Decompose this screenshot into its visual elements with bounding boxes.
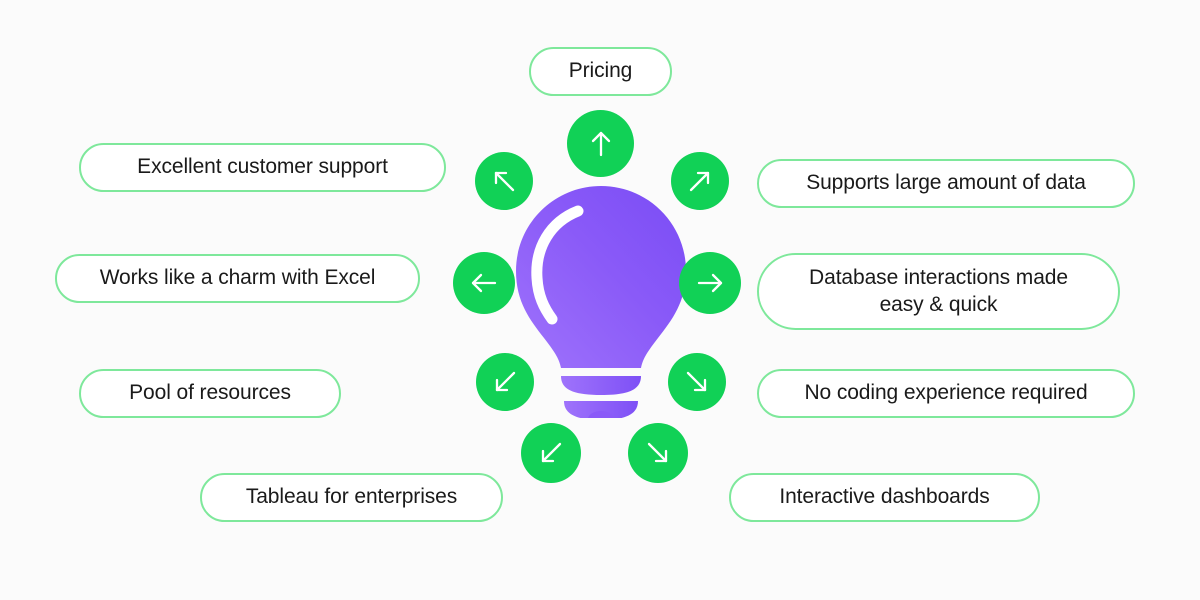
arrow-down-right-icon[interactable] (628, 423, 688, 483)
label-no-coding-experience-required[interactable]: No coding experience required (757, 369, 1135, 418)
label-pricing[interactable]: Pricing (529, 47, 672, 96)
arrow-down-left-icon[interactable] (521, 423, 581, 483)
label-excellent-customer-support[interactable]: Excellent customer support (79, 143, 446, 192)
arrow-up-icon[interactable] (567, 110, 634, 177)
arrow-left-icon[interactable] (453, 252, 515, 314)
label-database-interactions[interactable]: Database interactions made easy & quick (757, 253, 1120, 330)
lightbulb-icon (516, 186, 686, 418)
arrow-down-right-icon[interactable] (668, 353, 726, 411)
label-tableau-for-enterprises[interactable]: Tableau for enterprises (200, 473, 503, 522)
arrow-up-right-icon[interactable] (671, 152, 729, 210)
arrow-up-left-icon[interactable] (475, 152, 533, 210)
label-interactive-dashboards[interactable]: Interactive dashboards (729, 473, 1040, 522)
label-works-like-a-charm-with-excel[interactable]: Works like a charm with Excel (55, 254, 420, 303)
arrow-right-icon[interactable] (679, 252, 741, 314)
arrow-down-left-icon[interactable] (476, 353, 534, 411)
diagram-canvas: Pricing Excellent customer support Suppo… (0, 0, 1200, 600)
label-pool-of-resources[interactable]: Pool of resources (79, 369, 341, 418)
label-supports-large-amount-of-data[interactable]: Supports large amount of data (757, 159, 1135, 208)
